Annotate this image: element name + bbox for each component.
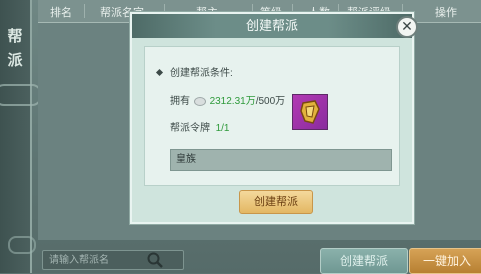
- create-clan-button[interactable]: 创建帮派: [320, 248, 408, 274]
- clan-name-input[interactable]: 皇族: [170, 149, 392, 171]
- close-icon[interactable]: ✕: [396, 16, 418, 38]
- conditions-heading: 创建帮派条件:: [155, 64, 233, 79]
- silver-icon: [193, 96, 206, 106]
- create-clan-dialog: 创建帮派 创建帮派条件: 拥有 2312.31万/500万 帮派令牌 1/1 皇…: [130, 12, 414, 224]
- side-panel: 帮派: [0, 0, 42, 273]
- token-requirement: 帮派令牌 1/1: [170, 119, 229, 134]
- side-panel-title: 帮派: [7, 27, 23, 69]
- conditions-panel: 创建帮派条件: 拥有 2312.31万/500万 帮派令牌 1/1 皇族: [144, 46, 400, 186]
- dialog-title: 创建帮派: [245, 18, 298, 33]
- own-label: 拥有: [170, 96, 190, 107]
- token-label: 帮派令牌: [170, 123, 210, 134]
- owned-silver: 2312.31万: [209, 96, 256, 107]
- required-silver: /500万: [255, 96, 286, 107]
- quick-join-button[interactable]: 一键加入: [409, 248, 481, 274]
- cloud-decoration: [0, 84, 42, 106]
- conditions-label: 创建帮派条件:: [170, 68, 233, 79]
- search-icon[interactable]: [146, 251, 164, 269]
- bottom-bar: 请输入帮派名 创建帮派 一键加入: [38, 242, 481, 274]
- header-rank: 排名: [50, 7, 72, 19]
- silver-requirement: 拥有 2312.31万/500万: [170, 92, 285, 107]
- bullet-icon: [155, 68, 164, 77]
- token-glyph-icon: [300, 100, 320, 124]
- clan-token-item-icon[interactable]: [292, 94, 328, 130]
- confirm-create-button[interactable]: 创建帮派: [239, 190, 313, 214]
- token-count: 1/1: [215, 123, 230, 134]
- cloud-decoration: [8, 236, 36, 254]
- header-divider: [84, 4, 85, 18]
- header-action: 操作: [435, 7, 457, 19]
